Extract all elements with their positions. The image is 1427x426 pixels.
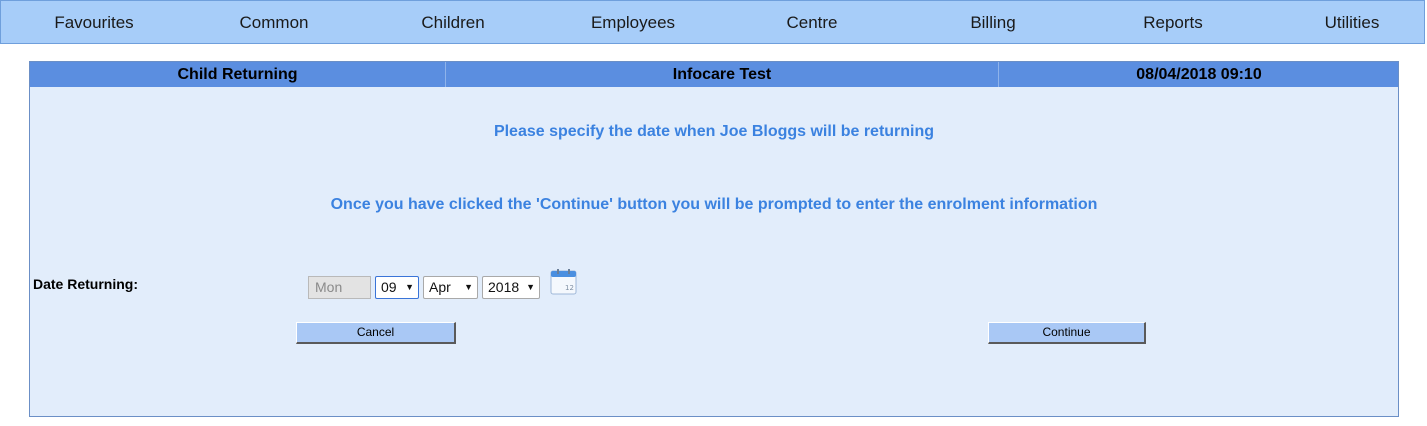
svg-text:12: 12 bbox=[565, 284, 574, 292]
year-select[interactable]: 2018 ▼ bbox=[482, 276, 540, 299]
nav-item-common[interactable]: Common bbox=[240, 1, 309, 45]
date-returning-label: Date Returning: bbox=[33, 276, 138, 292]
year-select-value: 2018 bbox=[488, 279, 520, 295]
cancel-button[interactable]: Cancel bbox=[296, 322, 456, 344]
specify-date-message: Please specify the date when Joe Bloggs … bbox=[493, 123, 935, 140]
continue-button[interactable]: Continue bbox=[988, 322, 1146, 344]
day-select[interactable]: 09 ▼ bbox=[375, 276, 419, 299]
chevron-down-icon: ▼ bbox=[526, 282, 535, 292]
nav-item-children[interactable]: Children bbox=[421, 1, 484, 45]
panel-header: Child Returning Infocare Test 08/04/2018… bbox=[30, 62, 1398, 87]
nav-item-favourites[interactable]: Favourites bbox=[54, 1, 133, 45]
page-title: Child Returning bbox=[177, 66, 298, 83]
nav-item-employees[interactable]: Employees bbox=[591, 1, 675, 45]
header-datetime: 08/04/2018 09:10 bbox=[1136, 66, 1262, 83]
month-select[interactable]: Apr ▼ bbox=[423, 276, 478, 299]
day-select-value: 09 bbox=[381, 279, 397, 295]
top-nav-bar: Favourites Common Children Employees Cen… bbox=[0, 0, 1425, 44]
chevron-down-icon: ▼ bbox=[405, 282, 414, 292]
chevron-down-icon: ▼ bbox=[464, 282, 473, 292]
centre-name: Infocare Test bbox=[672, 66, 772, 83]
child-returning-panel: Child Returning Infocare Test 08/04/2018… bbox=[29, 61, 1399, 417]
month-select-value: Apr bbox=[429, 279, 451, 295]
nav-item-billing[interactable]: Billing bbox=[970, 1, 1015, 45]
continue-info-message: Once you have clicked the 'Continue' but… bbox=[330, 196, 1098, 213]
nav-item-utilities[interactable]: Utilities bbox=[1325, 1, 1380, 45]
nav-item-reports[interactable]: Reports bbox=[1143, 1, 1203, 45]
weekday-display: Mon bbox=[308, 276, 371, 299]
nav-item-centre[interactable]: Centre bbox=[786, 1, 837, 45]
calendar-icon[interactable]: 12 bbox=[550, 269, 577, 295]
